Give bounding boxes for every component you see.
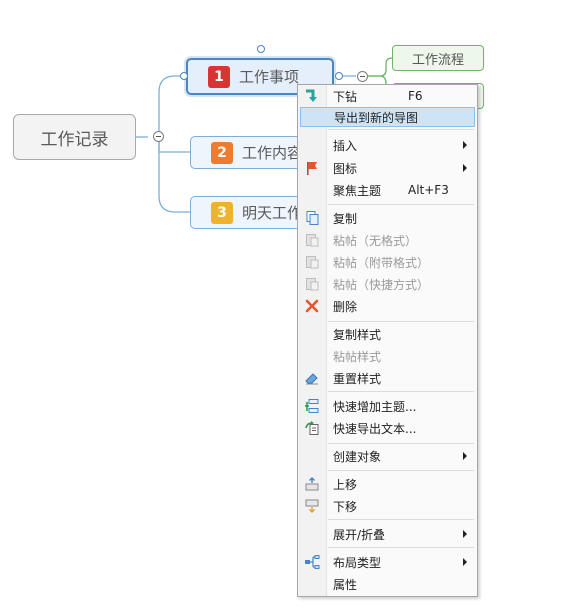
- submenu-arrow-icon: [463, 141, 467, 149]
- menu-separator: [328, 547, 474, 548]
- layout-icon: [303, 554, 321, 570]
- menu-label: 重置样式: [333, 371, 382, 386]
- menu-item-paste-plain[interactable]: 粘帖（无格式）: [300, 230, 475, 250]
- collapse-toggle-central[interactable]: [153, 131, 164, 142]
- topic-1-label: 工作事项: [239, 68, 300, 86]
- menu-item-move-down[interactable]: 下移: [300, 496, 475, 516]
- menu-label: 聚焦主题: [333, 183, 382, 198]
- export-text-icon: [303, 420, 321, 436]
- menu-label: 布局类型: [333, 555, 382, 570]
- menu-item-icons[interactable]: 图标: [300, 158, 475, 178]
- resize-handle-left[interactable]: [180, 72, 188, 80]
- menu-item-insert[interactable]: 插入: [300, 135, 475, 155]
- collapse-toggle-topic-1[interactable]: [357, 71, 368, 82]
- menu-separator: [328, 470, 474, 471]
- menu-item-expand-collapse[interactable]: 展开/折叠: [300, 524, 475, 544]
- menu-label: 复制: [333, 211, 358, 226]
- menu-item-paste-shortcut[interactable]: 粘帖（快捷方式）: [300, 274, 475, 294]
- menu-label: 粘帖（快捷方式）: [333, 277, 430, 292]
- subtopic-workflow-label: 工作流程: [411, 52, 464, 68]
- menu-shortcut: F6: [408, 89, 423, 103]
- menu-label: 粘帖样式: [333, 349, 382, 364]
- context-menu: 下钻 F6 导出到新的导图 插入 图标 聚焦主题 Alt+F3 复制 粘帖（无格…: [297, 84, 478, 597]
- menu-label: 插入: [333, 138, 358, 153]
- menu-item-paste-formatted[interactable]: 粘帖（附带格式）: [300, 252, 475, 272]
- menu-item-properties[interactable]: 属性: [300, 574, 475, 594]
- menu-label: 快速导出文本...: [333, 421, 417, 436]
- flag-icon: [303, 160, 321, 176]
- topic-3[interactable]: 3 明天工作: [190, 196, 305, 229]
- priority-3-icon: 3: [211, 201, 233, 224]
- resize-handle-top[interactable]: [257, 45, 265, 53]
- menu-label: 复制样式: [333, 327, 382, 342]
- menu-label: 快速增加主题...: [333, 399, 417, 414]
- menu-label: 图标: [333, 161, 358, 176]
- menu-item-copy-style[interactable]: 复制样式: [300, 324, 475, 344]
- priority-2-icon: 2: [211, 141, 233, 164]
- paste-icon: [303, 254, 321, 270]
- submenu-arrow-icon: [463, 558, 467, 566]
- submenu-arrow-icon: [463, 530, 467, 538]
- menu-item-reset-style[interactable]: 重置样式: [300, 368, 475, 388]
- subtopic-workflow[interactable]: 工作流程: [392, 45, 484, 71]
- menu-item-quick-export-text[interactable]: 快速导出文本...: [300, 418, 475, 438]
- menu-item-delete[interactable]: 删除: [300, 296, 475, 316]
- menu-separator: [328, 204, 474, 205]
- menu-separator: [328, 129, 474, 130]
- move-up-icon: [303, 476, 321, 492]
- central-topic-label: 工作记录: [40, 129, 109, 150]
- menu-label: 粘帖（无格式）: [333, 233, 418, 248]
- submenu-arrow-icon: [463, 452, 467, 460]
- menu-separator: [328, 519, 474, 520]
- submenu-arrow-icon: [463, 164, 467, 172]
- menu-item-focus-topic[interactable]: 聚焦主题 Alt+F3: [300, 180, 475, 200]
- menu-item-drill-down[interactable]: 下钻 F6: [300, 86, 475, 106]
- eraser-icon: [303, 370, 321, 386]
- copy-icon: [303, 210, 321, 226]
- topic-2-label: 工作内容: [242, 144, 303, 162]
- topic-2[interactable]: 2 工作内容: [190, 136, 305, 169]
- menu-item-export-new-map[interactable]: 导出到新的导图: [300, 107, 475, 127]
- add-topics-icon: [303, 398, 321, 414]
- menu-label: 删除: [333, 299, 358, 314]
- menu-label: 下钻: [333, 89, 358, 104]
- menu-label: 展开/折叠: [333, 527, 386, 542]
- paste-icon: [303, 276, 321, 292]
- topic-3-label: 明天工作: [242, 204, 303, 222]
- menu-separator: [328, 321, 474, 322]
- menu-item-create-object[interactable]: 创建对象: [300, 446, 475, 466]
- menu-item-copy[interactable]: 复制: [300, 208, 475, 228]
- paste-icon: [303, 232, 321, 248]
- menu-separator: [328, 391, 474, 392]
- move-down-icon: [303, 498, 321, 514]
- resize-handle-right[interactable]: [335, 72, 343, 80]
- menu-item-quick-add-topics[interactable]: 快速增加主题...: [300, 396, 475, 416]
- menu-item-layout-type[interactable]: 布局类型: [300, 552, 475, 572]
- menu-label: 属性: [333, 577, 358, 592]
- menu-item-move-up[interactable]: 上移: [300, 474, 475, 494]
- menu-separator: [328, 443, 474, 444]
- delete-icon: [303, 298, 321, 314]
- menu-label: 下移: [333, 499, 358, 514]
- menu-label: 上移: [333, 477, 358, 492]
- menu-label: 粘帖（附带格式）: [333, 255, 430, 270]
- menu-item-paste-style[interactable]: 粘帖样式: [300, 346, 475, 366]
- menu-label: 创建对象: [333, 449, 382, 464]
- priority-1-icon: 1: [208, 65, 230, 88]
- menu-shortcut: Alt+F3: [408, 183, 449, 197]
- central-topic[interactable]: 工作记录: [13, 114, 136, 160]
- drill-down-icon: [303, 88, 321, 104]
- menu-label: 导出到新的导图: [334, 110, 419, 125]
